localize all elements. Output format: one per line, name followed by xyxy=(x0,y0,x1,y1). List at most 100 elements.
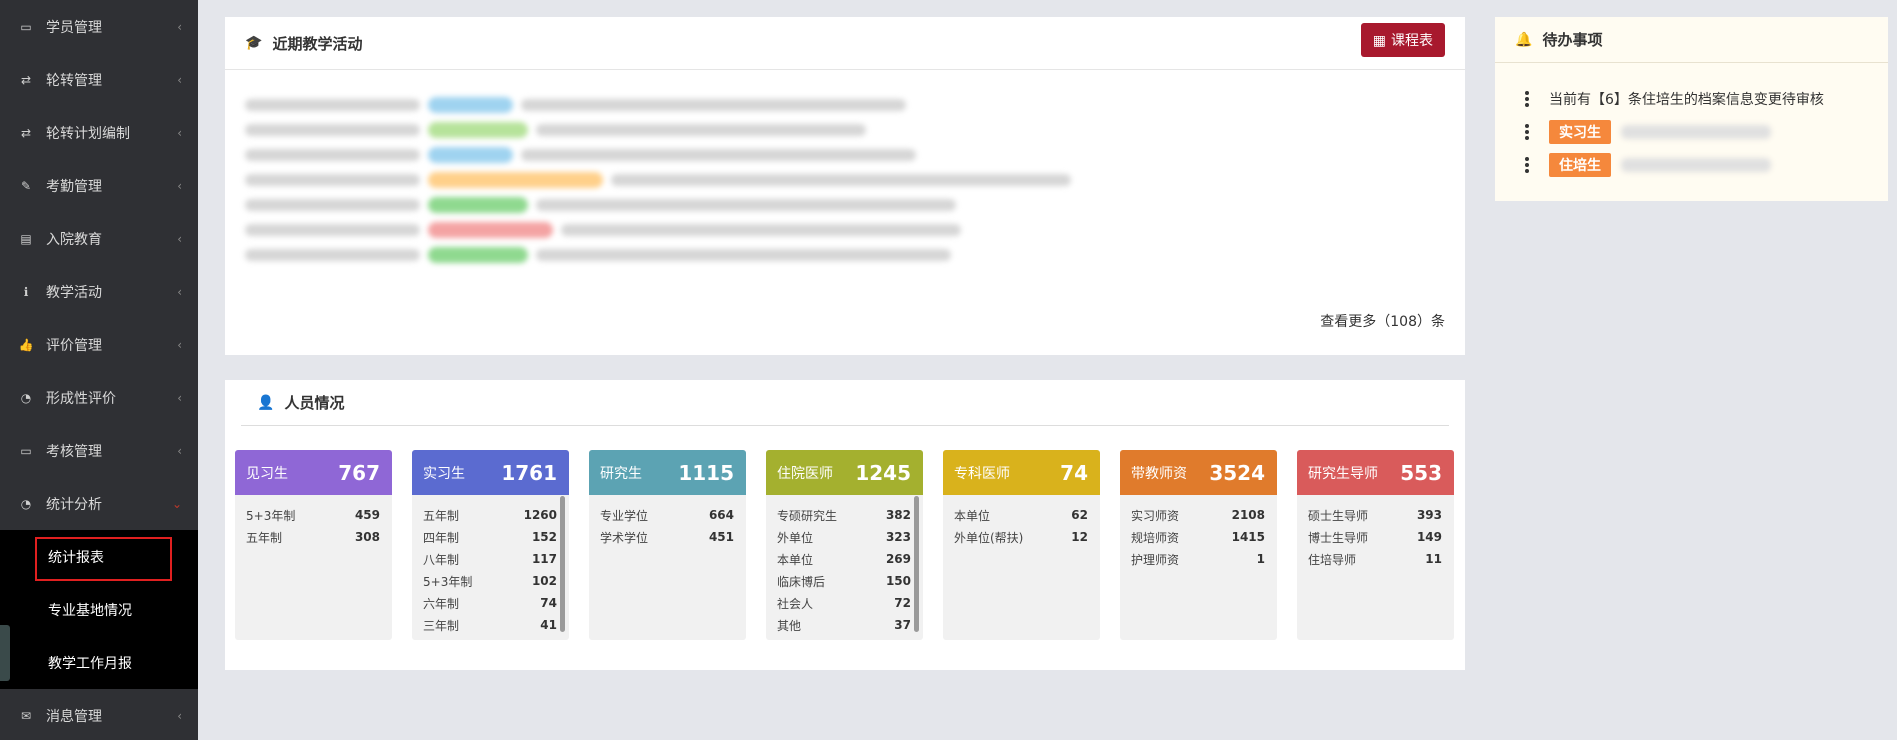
card-row-label: 外单位 xyxy=(777,530,814,545)
chevron-left-icon: ‹ xyxy=(177,708,182,723)
recent-activity-panel: 🎓 近期教学活动 ▦ 课程表 查看更多（108）条 xyxy=(225,17,1465,355)
personnel-title: 人员情况 xyxy=(284,394,345,412)
sidebar-item-label: 入院教育 xyxy=(46,231,102,248)
card-row-value: 2108 xyxy=(1231,508,1265,522)
card-row: 三年制 41 xyxy=(423,614,557,636)
card-scrollbar[interactable] xyxy=(914,496,919,632)
card-row-label: 规培师资 xyxy=(1131,530,1180,545)
card-row: 博士生导师 149 xyxy=(1308,526,1442,548)
view-more-link[interactable]: 查看更多（108）条 xyxy=(1320,311,1445,331)
redacted-tag xyxy=(428,97,513,113)
redacted-text xyxy=(536,249,951,261)
card-total: 1245 xyxy=(855,460,911,485)
card-row-value: 308 xyxy=(354,530,380,544)
redacted-text xyxy=(611,174,1071,186)
card-total: 553 xyxy=(1400,460,1442,485)
chevron-left-icon: ‹ xyxy=(177,231,182,246)
chevron-left-icon: ‹ xyxy=(177,178,182,193)
personnel-card[interactable]: 专科医师 74 本单位 62 外单位(帮扶) 12 xyxy=(943,450,1100,640)
card-row-label: 专硕研究生 xyxy=(777,508,838,523)
card-row-value: 12 xyxy=(1071,530,1088,544)
chevron-left-icon: ‹ xyxy=(177,125,182,140)
sidebar-item[interactable]: ✉ 消息管理 ‹ xyxy=(0,689,198,740)
card-total: 1761 xyxy=(501,460,557,485)
sidebar-item[interactable]: ℹ 教学活动 ‹ xyxy=(0,265,198,318)
todo-message: 当前有【6】条住培生的档案信息变更待审核 xyxy=(1549,92,1824,108)
user-tie-icon: 👤 xyxy=(257,394,275,411)
card-row-label: 五年制 xyxy=(423,508,460,523)
card-scrollbar[interactable] xyxy=(560,496,565,632)
submenu-item[interactable]: 统计报表 xyxy=(0,530,198,583)
card-row-value: 102 xyxy=(531,574,557,588)
card-row: 5+3年制 102 xyxy=(423,570,557,592)
card-row: 社会人 72 xyxy=(777,592,911,614)
card-row: 外单位(帮扶) 12 xyxy=(954,526,1088,548)
card-row-label: 外单位(帮扶) xyxy=(954,530,1024,545)
redacted-text xyxy=(245,99,420,111)
sidebar-grip[interactable] xyxy=(0,625,10,681)
redacted-text xyxy=(1621,125,1771,139)
activity-row[interactable] xyxy=(245,172,1071,188)
submenu-item[interactable]: 教学工作月报 xyxy=(0,636,198,689)
sidebar-item[interactable]: ▭ 考核管理 ‹ xyxy=(0,424,198,477)
sidebar-item[interactable]: ▭ 学员管理 ‹ xyxy=(0,0,198,53)
card-title: 见习生 xyxy=(246,465,288,482)
activity-row[interactable] xyxy=(245,122,866,138)
sidebar-item[interactable]: ✎ 考勤管理 ‹ xyxy=(0,159,198,212)
redacted-tag xyxy=(428,197,528,213)
sidebar-item[interactable]: ⇄ 轮转计划编制 ‹ xyxy=(0,106,198,159)
sidebar-item[interactable]: ▤ 入院教育 ‹ xyxy=(0,212,198,265)
sidebar-item[interactable]: ⇄ 轮转管理 ‹ xyxy=(0,53,198,106)
card-header: 带教师资 3524 xyxy=(1120,450,1277,495)
redacted-text xyxy=(245,199,420,211)
activity-row[interactable] xyxy=(245,222,961,238)
ellipsis-vertical-icon xyxy=(1525,91,1529,107)
sidebar-item-label: 考勤管理 xyxy=(46,178,102,195)
sidebar-item[interactable]: 👍 评价管理 ‹ xyxy=(0,318,198,371)
chevron-left-icon: ‹ xyxy=(177,284,182,299)
card-row-value: 323 xyxy=(885,530,911,544)
sidebar-item[interactable]: ◔ 形成性评价 ‹ xyxy=(0,371,198,424)
card-row-value: 393 xyxy=(1416,508,1442,522)
todo-item[interactable]: 实习生 xyxy=(1525,120,1771,144)
redacted-text xyxy=(521,99,906,111)
card-title: 研究生 xyxy=(600,465,642,482)
sidebar-item[interactable]: ◔ 统计分析 ⌄ xyxy=(0,477,198,530)
retweet-icon: ⇄ xyxy=(20,125,32,140)
personnel-card[interactable]: 研究生 1115 专业学位 664 学术学位 451 xyxy=(589,450,746,640)
card-row-label: 八年制 xyxy=(423,552,460,567)
brush-icon: ✎ xyxy=(20,178,32,193)
card-row-label: 硕士生导师 xyxy=(1308,508,1369,523)
activity-row[interactable] xyxy=(245,147,916,163)
schedule-button[interactable]: ▦ 课程表 xyxy=(1360,23,1445,57)
ellipsis-vertical-icon xyxy=(1525,124,1529,140)
personnel-card[interactable]: 住院医师 1245 专硕研究生 382 外单位 323 本单位 269 临床博后 150 社会人 72… xyxy=(766,450,923,640)
todo-item[interactable]: 当前有【6】条住培生的档案信息变更待审核 xyxy=(1525,89,1824,109)
card-row-label: 本单位 xyxy=(777,552,814,567)
personnel-card[interactable]: 研究生导师 553 硕士生导师 393 博士生导师 149 住培导师 11 xyxy=(1297,450,1454,640)
card-row-label: 住培导师 xyxy=(1308,552,1357,567)
pie-chart-icon: ◔ xyxy=(20,390,32,405)
card-row-label: 实习师资 xyxy=(1131,508,1180,523)
todo-item[interactable]: 住培生 xyxy=(1525,153,1771,177)
card-row-value: 152 xyxy=(531,530,557,544)
stethoscope-icon: ℹ xyxy=(23,284,29,299)
sidebar: ▭ 学员管理 ‹ ⇄ 轮转管理 ‹ ⇄ 轮转计划编制 ‹ ✎ 考勤管理 ‹ ▤ 入院教育 ‹ ℹ 教学活动 ‹ 👍 评… xyxy=(0,0,198,740)
personnel-card[interactable]: 带教师资 3524 实习师资 2108 规培师资 1415 护理师资 1 xyxy=(1120,450,1277,640)
todo-badge: 住培生 xyxy=(1549,153,1611,177)
activity-row[interactable] xyxy=(245,97,906,113)
card-row-label: 5+3年制 xyxy=(246,508,296,523)
activity-row[interactable] xyxy=(245,197,956,213)
chevron-down-icon: ⌄ xyxy=(171,496,182,511)
personnel-card[interactable]: 实习生 1761 五年制 1260 四年制 152 八年制 117 5+3年制 102 六年制 74 三… xyxy=(412,450,569,640)
personnel-panel: 👤 人员情况 见习生 767 5+3年制 459 五年制 308 实习生 1761 五年制 126… xyxy=(225,380,1465,670)
submenu-item[interactable]: 专业基地情况 xyxy=(0,583,198,636)
activity-row[interactable] xyxy=(245,247,951,263)
sidebar-item-label: 消息管理 xyxy=(46,708,102,725)
card-row-value: 62 xyxy=(1071,508,1088,522)
chevron-left-icon: ‹ xyxy=(177,72,182,87)
personnel-card[interactable]: 见习生 767 5+3年制 459 五年制 308 xyxy=(235,450,392,640)
card-row-value: 11 xyxy=(1425,552,1442,566)
card-row-value: 72 xyxy=(894,596,911,610)
card-row-label: 三年制 xyxy=(423,618,460,633)
